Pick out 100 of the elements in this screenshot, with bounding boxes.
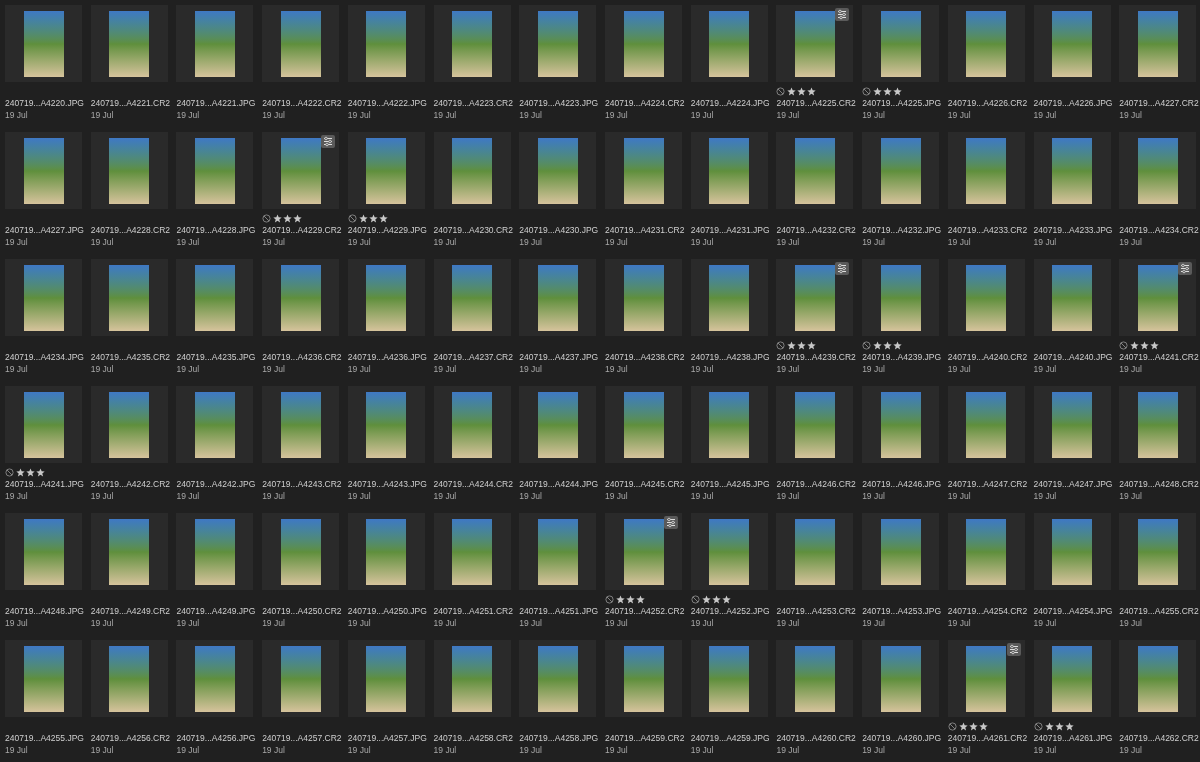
thumbnail-frame[interactable] bbox=[90, 513, 168, 590]
thumbnail-frame[interactable] bbox=[605, 386, 682, 463]
thumbnail-frame[interactable] bbox=[347, 513, 425, 590]
reject-icon[interactable] bbox=[1033, 721, 1043, 731]
thumbnail-frame[interactable] bbox=[690, 640, 768, 717]
thumbnail-frame[interactable] bbox=[947, 640, 1025, 717]
thumbnail-frame[interactable] bbox=[262, 259, 340, 336]
thumbnail-frame[interactable] bbox=[5, 5, 82, 82]
thumbnail-frame[interactable] bbox=[262, 640, 340, 717]
thumbnail-frame[interactable] bbox=[1033, 386, 1111, 463]
star-rating[interactable] bbox=[873, 86, 903, 96]
thumbnail-frame[interactable] bbox=[262, 5, 340, 82]
thumbnail-frame[interactable] bbox=[433, 640, 511, 717]
thumbnail-frame[interactable] bbox=[90, 259, 168, 336]
reject-icon[interactable] bbox=[347, 213, 357, 223]
reject-icon[interactable] bbox=[690, 594, 700, 604]
thumbnail-frame[interactable] bbox=[947, 259, 1025, 336]
reject-icon[interactable] bbox=[5, 467, 14, 477]
thumbnail-frame[interactable] bbox=[519, 132, 597, 209]
thumbnail-frame[interactable] bbox=[862, 259, 940, 336]
thumbnail-frame[interactable] bbox=[947, 132, 1025, 209]
thumbnail-frame[interactable] bbox=[519, 386, 597, 463]
thumbnail-frame[interactable] bbox=[605, 513, 682, 590]
thumbnail-frame[interactable] bbox=[690, 386, 768, 463]
thumbnail-frame[interactable] bbox=[262, 132, 340, 209]
thumbnail-frame[interactable] bbox=[605, 259, 682, 336]
thumbnail-frame[interactable] bbox=[605, 640, 682, 717]
thumbnail-frame[interactable] bbox=[5, 386, 82, 463]
thumbnail-frame[interactable] bbox=[347, 132, 425, 209]
thumbnail-frame[interactable] bbox=[176, 259, 254, 336]
thumbnail-frame[interactable] bbox=[690, 513, 768, 590]
thumbnail-frame[interactable] bbox=[262, 386, 340, 463]
thumbnail-frame[interactable] bbox=[347, 259, 425, 336]
thumbnail-frame[interactable] bbox=[5, 259, 82, 336]
thumbnail-frame[interactable] bbox=[176, 513, 254, 590]
thumbnail-frame[interactable] bbox=[776, 132, 854, 209]
reject-icon[interactable] bbox=[862, 340, 872, 350]
reject-icon[interactable] bbox=[947, 721, 957, 731]
thumbnail-frame[interactable] bbox=[947, 513, 1025, 590]
reject-icon[interactable] bbox=[262, 213, 272, 223]
star-rating[interactable] bbox=[616, 594, 645, 604]
star-rating[interactable] bbox=[358, 213, 388, 223]
thumbnail-frame[interactable] bbox=[347, 386, 425, 463]
thumbnail-frame[interactable] bbox=[5, 132, 82, 209]
thumbnail-frame[interactable] bbox=[1033, 132, 1111, 209]
thumbnail-frame[interactable] bbox=[347, 5, 425, 82]
thumbnail-frame[interactable] bbox=[433, 386, 511, 463]
thumbnail-frame[interactable] bbox=[776, 640, 854, 717]
star-rating[interactable] bbox=[1130, 340, 1160, 350]
thumbnail-frame[interactable] bbox=[947, 5, 1025, 82]
thumbnail-frame[interactable] bbox=[262, 513, 340, 590]
star-rating[interactable] bbox=[787, 86, 817, 96]
thumbnail-frame[interactable] bbox=[947, 386, 1025, 463]
thumbnail-frame[interactable] bbox=[1033, 640, 1111, 717]
star-rating[interactable] bbox=[273, 213, 303, 223]
thumbnail-frame[interactable] bbox=[605, 5, 682, 82]
thumbnail-frame[interactable] bbox=[690, 259, 768, 336]
thumbnail-frame[interactable] bbox=[776, 5, 854, 82]
thumbnail-frame[interactable] bbox=[176, 640, 254, 717]
thumbnail-frame[interactable] bbox=[433, 259, 511, 336]
thumbnail-frame[interactable] bbox=[1119, 640, 1197, 717]
thumbnail-frame[interactable] bbox=[519, 259, 597, 336]
reject-icon[interactable] bbox=[1119, 340, 1129, 350]
thumbnail-frame[interactable] bbox=[690, 5, 768, 82]
star-rating[interactable] bbox=[873, 340, 903, 350]
thumbnail-frame[interactable] bbox=[1119, 513, 1197, 590]
thumbnail-frame[interactable] bbox=[1119, 132, 1197, 209]
thumbnail-frame[interactable] bbox=[1033, 5, 1111, 82]
thumbnail-frame[interactable] bbox=[690, 132, 768, 209]
thumbnail-frame[interactable] bbox=[776, 259, 854, 336]
thumbnail-frame[interactable] bbox=[90, 132, 168, 209]
thumbnail-frame[interactable] bbox=[1119, 5, 1197, 82]
thumbnail-frame[interactable] bbox=[862, 132, 940, 209]
thumbnail-frame[interactable] bbox=[1033, 513, 1111, 590]
thumbnail-frame[interactable] bbox=[862, 513, 940, 590]
thumbnail-frame[interactable] bbox=[5, 513, 82, 590]
thumbnail-frame[interactable] bbox=[519, 5, 597, 82]
thumbnail-frame[interactable] bbox=[176, 386, 254, 463]
thumbnail-frame[interactable] bbox=[5, 640, 82, 717]
thumbnail-frame[interactable] bbox=[605, 132, 682, 209]
thumbnail-frame[interactable] bbox=[176, 132, 254, 209]
thumbnail-frame[interactable] bbox=[433, 513, 511, 590]
thumbnail-frame[interactable] bbox=[347, 640, 425, 717]
thumbnail-frame[interactable] bbox=[862, 5, 940, 82]
thumbnail-frame[interactable] bbox=[90, 640, 168, 717]
star-rating[interactable] bbox=[16, 467, 45, 477]
thumbnail-frame[interactable] bbox=[433, 5, 511, 82]
thumbnail-frame[interactable] bbox=[776, 386, 854, 463]
thumbnail-frame[interactable] bbox=[176, 5, 254, 82]
thumbnail-frame[interactable] bbox=[1119, 386, 1197, 463]
thumbnail-frame[interactable] bbox=[90, 5, 168, 82]
reject-icon[interactable] bbox=[776, 86, 786, 96]
thumbnail-frame[interactable] bbox=[519, 640, 597, 717]
star-rating[interactable] bbox=[701, 594, 731, 604]
thumbnail-frame[interactable] bbox=[90, 386, 168, 463]
star-rating[interactable] bbox=[1044, 721, 1074, 731]
star-rating[interactable] bbox=[958, 721, 988, 731]
reject-icon[interactable] bbox=[776, 340, 786, 350]
reject-icon[interactable] bbox=[862, 86, 872, 96]
thumbnail-frame[interactable] bbox=[433, 132, 511, 209]
